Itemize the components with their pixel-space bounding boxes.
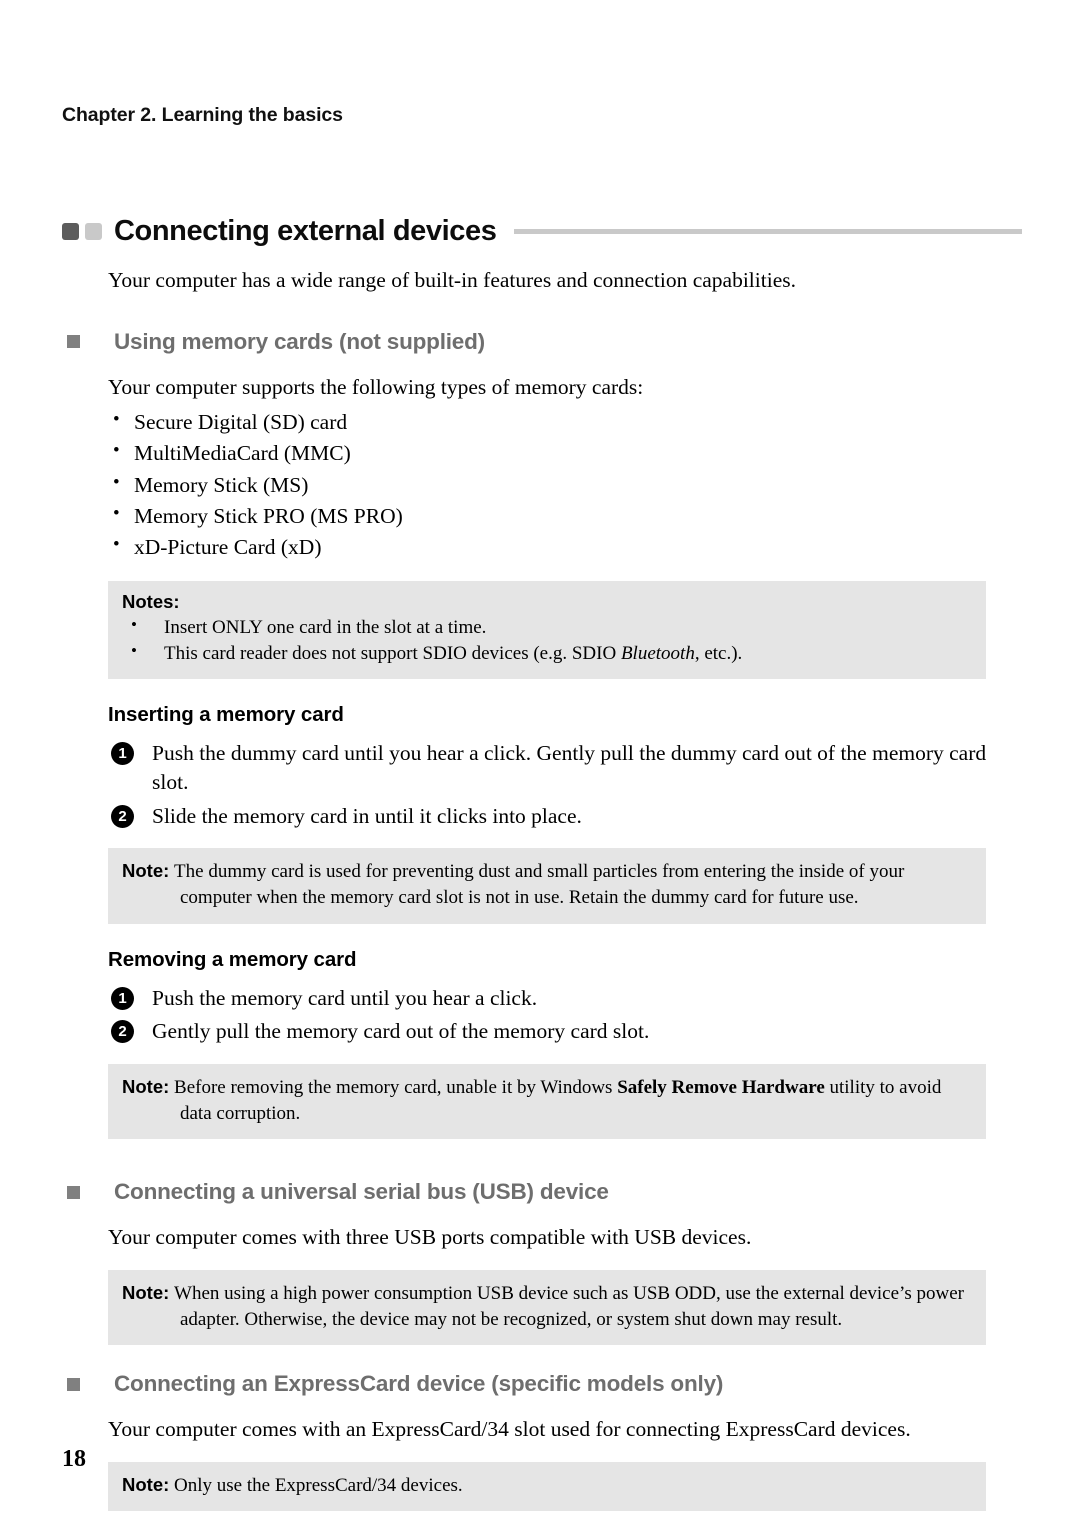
list-item: MultiMediaCard (MMC) [108,437,1022,469]
page-title: Connecting external devices [114,214,497,247]
step-number-badge: 2 [111,1020,134,1044]
heading-connecting-usb: Connecting a universal serial bus (USB) … [62,1179,1022,1205]
note-box-expresscard: Note: Only use the ExpressCard/34 device… [108,1461,986,1512]
note-text-prefix: This card reader does not support SDIO d… [164,643,621,665]
note-label: Note: [122,1075,170,1097]
note-body: Note: Before removing the memory card, u… [122,1074,972,1127]
page-content: Connecting external devices Your compute… [62,212,1022,1512]
document-page: Chapter 2. Learning the basics Connectin… [0,0,1080,1529]
heading-inserting-memory-card: Inserting a memory card [108,703,344,727]
step-number-badge: 1 [111,742,134,766]
square-bullet-icon [67,1377,80,1391]
note-body: Note: Only use the ExpressCard/34 device… [122,1472,972,1499]
note-text-italic: Bluetooth [620,643,695,665]
step-text: Push the memory card until you hear a cl… [152,985,538,1010]
note-label: Note: [122,1281,170,1303]
title-square-light-icon [85,222,102,240]
note-body: Note: When using a high power consumptio… [122,1280,972,1333]
heading-removing-memory-card: Removing a memory card [108,947,357,971]
note-body: Note: The dummy card is used for prevent… [122,858,972,911]
note-box-usb-power: Note: When using a high power consumptio… [108,1269,986,1346]
section-title-row: Connecting external devices [62,212,1022,250]
note-text-suffix: , etc.). [694,643,743,665]
note-box-safely-remove: Note: Before removing the memory card, u… [108,1063,986,1140]
heading-label: Using memory cards (not supplied) [114,328,485,354]
step-text: Gently pull the memory card out of the m… [152,1019,650,1044]
heading-label: Connecting a universal serial bus (USB) … [114,1179,609,1205]
note-box-dummy-card: Note: The dummy card is used for prevent… [108,848,986,924]
note-text: The dummy card is used for preventing du… [174,861,905,909]
memory-card-type-list: Secure Digital (SD) card MultiMediaCard … [108,406,1022,563]
note-text-prefix: Before removing the memory card, unable … [174,1076,618,1098]
note-text: When using a high power consumption USB … [174,1282,964,1331]
notes-box-list: Insert ONLY one card in the slot at a ti… [122,613,972,667]
note-text-bold: Safely Remove Hardware [617,1076,825,1098]
title-square-dark-icon [62,222,79,240]
heading-label: Connecting an ExpressCard device (specif… [114,1371,724,1397]
list-item: xD-Picture Card (xD) [108,531,1022,563]
list-item: 1 Push the memory card until you hear a … [108,984,1012,1013]
list-item: Insert ONLY one card in the slot at a ti… [122,613,972,641]
title-divider [514,228,1022,234]
usb-body-paragraph: Your computer comes with three USB ports… [108,1225,752,1250]
list-item: 1 Push the dummy card until you hear a c… [108,739,1012,796]
square-bullet-icon [67,1185,80,1199]
list-item: 2 Gently pull the memory card out of the… [108,1017,1012,1046]
expresscard-body-paragraph: Your computer comes with an ExpressCard/… [108,1417,911,1442]
note-label: Note: [122,860,170,882]
inserting-steps-list: 1 Push the dummy card until you hear a c… [108,739,1022,830]
notes-box: Notes: Insert ONLY one card in the slot … [108,581,986,680]
square-bullet-icon [67,335,80,349]
page-number: 18 [62,1446,86,1472]
running-header: Chapter 2. Learning the basics [62,104,343,126]
notes-box-title: Notes: [122,591,180,613]
heading-connecting-expresscard: Connecting an ExpressCard device (specif… [62,1371,1022,1397]
intro-paragraph: Your computer has a wide range of built-… [108,268,796,292]
note-text: Only use the ExpressCard/34 devices. [174,1474,463,1496]
memory-cards-intro: Your computer supports the following typ… [108,374,644,399]
step-text: Slide the memory card in until it clicks… [152,803,582,828]
list-item: Memory Stick (MS) [108,469,1022,501]
step-number-badge: 1 [111,986,134,1010]
step-text: Push the dummy card until you hear a cli… [152,741,987,795]
heading-using-memory-cards: Using memory cards (not supplied) [62,329,1022,355]
list-item: Memory Stick PRO (MS PRO) [108,500,1022,532]
list-item: 2 Slide the memory card in until it clic… [108,802,1012,831]
list-item: This card reader does not support SDIO d… [122,639,972,667]
list-item: Secure Digital (SD) card [108,406,1022,438]
step-number-badge: 2 [111,804,134,828]
note-label: Note: [122,1473,170,1495]
removing-steps-list: 1 Push the memory card until you hear a … [108,984,1022,1046]
